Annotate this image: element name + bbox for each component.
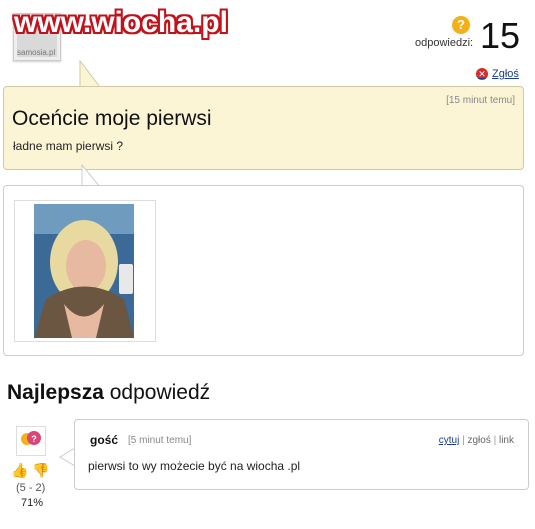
thumb-up-icon[interactable]: 👍 (11, 462, 28, 478)
best-answer-heading-bold: Najlepsza (7, 381, 104, 404)
question-mark-icon: ? (452, 16, 470, 34)
image-thumbnail[interactable] (14, 200, 156, 342)
thumb-down-icon[interactable]: 👎 (32, 462, 49, 478)
question-card: [15 minut temu] Oceńcie moje pierwsi ład… (3, 86, 524, 170)
vote-percent: 71% (21, 497, 44, 509)
report-label: Zgłoś (492, 68, 519, 80)
photo (34, 204, 134, 338)
best-answer-heading-rest: odpowiedź (109, 381, 211, 404)
watermark: www.wiocha.pl (14, 6, 228, 39)
answerer-avatar[interactable]: ? (16, 426, 46, 456)
answer-actions: cytuj | zgłoś | link (438, 435, 514, 446)
question-body: ładne mam pierwsi ? (13, 139, 124, 153)
answers-count: 15 (480, 15, 521, 56)
vote-score: (5 - 2) (16, 482, 46, 494)
report-answer-link[interactable]: zgłoś (467, 435, 490, 446)
question-time: [15 minut temu] (446, 95, 515, 106)
svg-text:?: ? (31, 434, 37, 444)
answer-text: pierwsi to wy możecie być na wiocha .pl (88, 459, 301, 473)
avatar-brand: samosia.pl (17, 48, 56, 57)
question-title: Oceńcie moje pierwsi (12, 107, 212, 130)
best-answer-card: gość [5 minut temu] cytuj | zgłoś | link… (74, 419, 529, 490)
quote-link[interactable]: cytuj (439, 435, 460, 446)
best-answer-heading: Najlepsza odpowiedź (7, 381, 210, 405)
vote-controls: 👍 👎 (11, 462, 50, 479)
permalink-link[interactable]: link (499, 435, 514, 446)
question-image-card (3, 185, 524, 356)
close-icon: ✕ (476, 68, 488, 80)
answers-count-label: odpowiedzi: (415, 37, 474, 49)
report-link[interactable]: ✕ Zgłoś (476, 68, 519, 80)
answer-time: [5 minut temu] (128, 435, 192, 446)
answer-author[interactable]: gość (90, 433, 118, 447)
